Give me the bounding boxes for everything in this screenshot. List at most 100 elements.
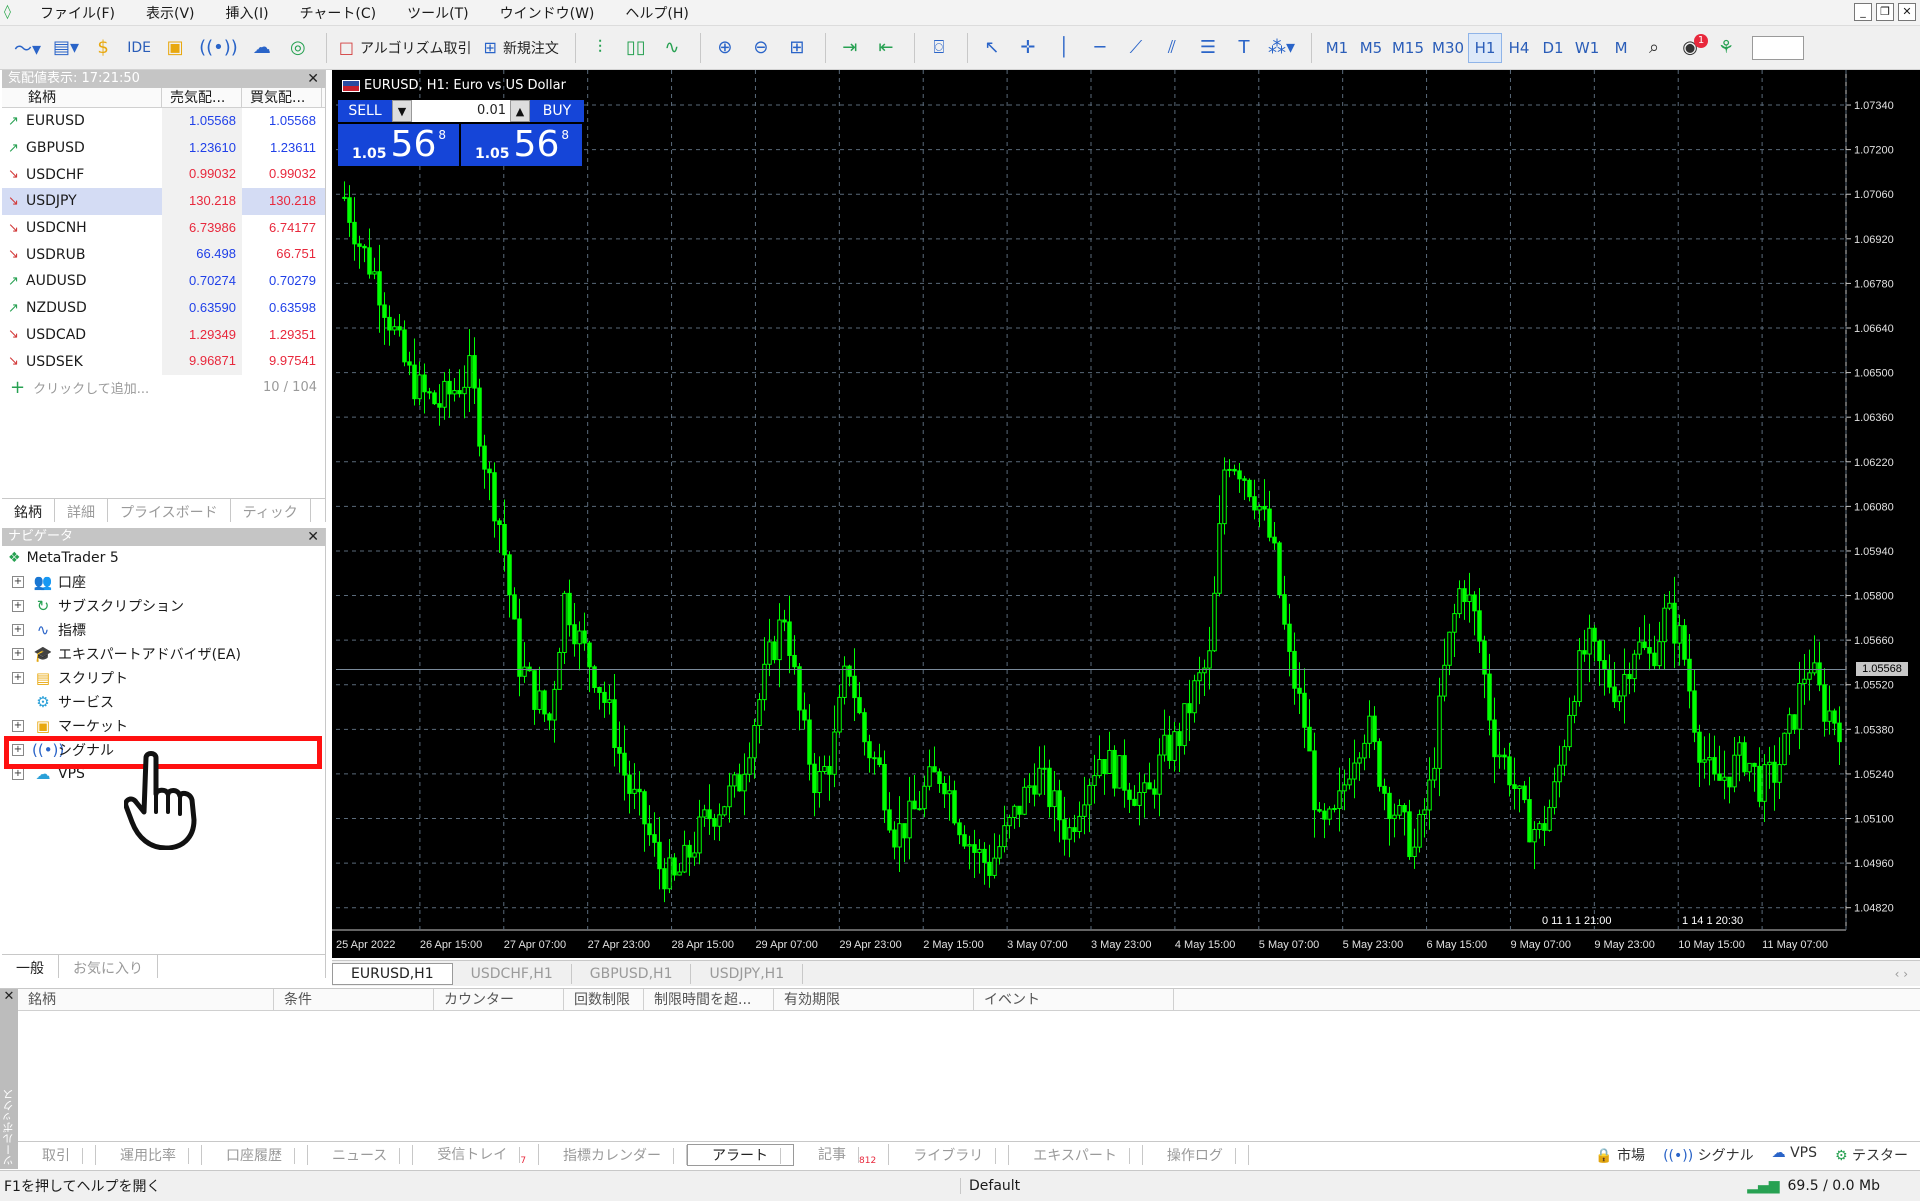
- col-ask[interactable]: 買気配...: [242, 88, 322, 107]
- market-watch-row[interactable]: ↘ USDCHF 0.99032 0.99032: [2, 161, 325, 189]
- navigator-item-services[interactable]: ⚙ サービス: [2, 690, 325, 714]
- chart-tab-3[interactable]: USDJPY,H1: [691, 963, 804, 984]
- shapes-icon[interactable]: ⁂▾: [1264, 32, 1299, 64]
- expand-icon[interactable]: [12, 696, 24, 708]
- chart-type-icon[interactable]: 〜▾: [10, 32, 45, 64]
- chart-shift-icon[interactable]: ⇤: [870, 32, 902, 64]
- toolbox-tab-7[interactable]: 記事 812: [794, 1143, 890, 1166]
- alerts-col-6[interactable]: イベント: [974, 989, 1174, 1010]
- market-watch-row[interactable]: ↗ GBPUSD 1.23610 1.23611: [2, 134, 325, 162]
- toolbox-tab-6[interactable]: アラート: [687, 1143, 795, 1166]
- alerts-col-5[interactable]: 有効期限: [774, 989, 974, 1010]
- alerts-col-0[interactable]: 銘柄: [18, 989, 274, 1010]
- line-chart-icon[interactable]: ∿: [656, 32, 688, 64]
- buy-button[interactable]: BUY: [530, 100, 584, 122]
- signals-icon[interactable]: ((•)): [195, 32, 242, 64]
- close-button[interactable]: ✕: [1898, 3, 1916, 21]
- expand-icon[interactable]: +: [12, 600, 24, 612]
- navigator-tab-0[interactable]: 一般: [2, 955, 59, 978]
- expand-icon[interactable]: +: [12, 576, 24, 588]
- navigator-item-indicators[interactable]: + ∿ 指標: [2, 618, 325, 642]
- equidistant-channel-icon[interactable]: ⫽: [1156, 32, 1188, 64]
- timeframe-m1[interactable]: M1: [1320, 33, 1354, 63]
- trendline-icon[interactable]: ⟋: [1120, 32, 1152, 64]
- metaeditor-icon[interactable]: ⚘: [1710, 32, 1742, 64]
- toolbar-search-input[interactable]: [1752, 35, 1805, 60]
- toolbox-tab-2[interactable]: 口座履歴: [202, 1144, 308, 1165]
- zoom-in-icon[interactable]: ⊕: [709, 32, 741, 64]
- timeframe-d1[interactable]: D1: [1536, 33, 1570, 63]
- bar-chart-icon[interactable]: ⫶: [584, 32, 616, 64]
- timeframe-h4[interactable]: H4: [1502, 33, 1536, 63]
- market-watch-row[interactable]: ↗ AUDUSD 0.70274 0.70279: [2, 268, 325, 295]
- alerts-col-2[interactable]: カウンター: [434, 989, 564, 1010]
- fibonacci-icon[interactable]: ☰: [1192, 32, 1224, 64]
- zoom-out-icon[interactable]: ⊖: [745, 32, 777, 64]
- candlestick-chart[interactable]: 1.07340 1.07200 1.07060 1.06920 1.06780 1.066…: [332, 70, 1920, 958]
- navigator-item-expert-advisor[interactable]: + 🎓 エキスパートアドバイザ(EA): [2, 642, 325, 666]
- toolbox-tab-10[interactable]: 操作ログ: [1143, 1144, 1249, 1165]
- expand-icon[interactable]: +: [12, 720, 24, 732]
- menu-item-1[interactable]: 表示(V): [132, 3, 212, 23]
- toolbox-tab-3[interactable]: ニュース: [308, 1144, 414, 1165]
- col-bid[interactable]: 売気配...: [162, 88, 242, 107]
- sell-price-button[interactable]: 1.05 56 8: [338, 124, 461, 166]
- crosshair-icon[interactable]: ✛: [1012, 32, 1044, 64]
- market-bag-icon[interactable]: ▣: [159, 32, 191, 64]
- alerts-col-4[interactable]: 制限時間を超...: [644, 989, 774, 1010]
- menu-item-3[interactable]: チャート(C): [286, 3, 394, 23]
- navigator-tab-1[interactable]: お気に入り: [59, 955, 158, 978]
- volume-up-icon[interactable]: ▲: [510, 100, 530, 122]
- text-tool-icon[interactable]: T: [1228, 32, 1260, 64]
- timeframe-m30[interactable]: M30: [1428, 33, 1468, 63]
- toolbox-tab-8[interactable]: ライブラリ: [889, 1144, 1010, 1165]
- timeframe-m15[interactable]: M15: [1388, 33, 1428, 63]
- horizontal-line-icon[interactable]: ─: [1084, 32, 1116, 64]
- menu-item-0[interactable]: ファイル(F): [26, 3, 132, 23]
- search-icon[interactable]: ⌕: [1638, 32, 1670, 64]
- navigator-item-accounts[interactable]: + 👥 口座: [2, 570, 325, 594]
- navigator-item-market[interactable]: + ▣ マーケット: [2, 714, 325, 738]
- candlestick-icon[interactable]: ▯▯: [620, 32, 652, 64]
- algo-trading-button[interactable]: □ アルゴリズム取引: [335, 32, 476, 64]
- new-order-button[interactable]: ⊞ 新規注文: [480, 32, 563, 64]
- volume-down-icon[interactable]: ▼: [392, 100, 412, 122]
- menu-item-5[interactable]: ウインドウ(W): [486, 3, 612, 23]
- market-watch-row[interactable]: ↘ USDCNH 6.73986 6.74177: [2, 214, 325, 242]
- menu-item-6[interactable]: ヘルプ(H): [611, 3, 705, 23]
- market-watch-row[interactable]: ↘ USDSEK 9.96871 9.97541: [2, 348, 325, 375]
- market-watch-row[interactable]: ↗ EURUSD 1.05568 1.05568: [2, 108, 325, 135]
- toolbox-tab-5[interactable]: 指標カレンダー: [539, 1144, 688, 1165]
- ide-button[interactable]: IDE: [123, 32, 155, 64]
- toolbox-tab-4[interactable]: 受信トレイ 7: [413, 1143, 540, 1166]
- close-icon[interactable]: ✕: [0, 989, 18, 1004]
- toolbox-tab-1[interactable]: 運用比率: [96, 1144, 202, 1165]
- timeframe-h1[interactable]: H1: [1468, 32, 1503, 63]
- market-watch-row[interactable]: ↗ NZDUSD 0.63590 0.63598: [2, 294, 325, 322]
- screenshot-icon[interactable]: ⌼: [923, 32, 955, 64]
- templates-icon[interactable]: ▤▾: [49, 32, 83, 64]
- community-icon[interactable]: ◎: [282, 32, 314, 64]
- menu-item-2[interactable]: 挿入(I): [212, 3, 286, 23]
- minimize-button[interactable]: _: [1854, 3, 1872, 21]
- market-watch-tab-1[interactable]: 詳細: [55, 499, 108, 522]
- expand-icon[interactable]: +: [12, 624, 24, 636]
- restore-button[interactable]: ❐: [1876, 3, 1894, 21]
- vertical-line-icon[interactable]: │: [1048, 32, 1080, 64]
- timeframe-m5[interactable]: M5: [1354, 33, 1388, 63]
- toolbox-tab-9[interactable]: エキスパート: [1009, 1144, 1143, 1165]
- toolbox-link-3[interactable]: ⚙ テスター: [1835, 1145, 1908, 1165]
- chart-tab-0[interactable]: EURUSD,H1: [332, 962, 453, 985]
- buy-price-button[interactable]: 1.05 56 8: [461, 124, 584, 166]
- cursor-icon[interactable]: ↖: [976, 32, 1008, 64]
- timeframe-w1[interactable]: W1: [1570, 33, 1604, 63]
- market-watch-tab-0[interactable]: 銘柄: [2, 499, 55, 522]
- profile-name[interactable]: Default: [960, 1178, 1380, 1194]
- add-symbol-row[interactable]: + クリックして追加... 10 / 104: [2, 375, 325, 401]
- market-watch-row[interactable]: ↘ USDCAD 1.29349 1.29351: [2, 321, 325, 349]
- tab-scroll-arrows-icon[interactable]: ‹ ›: [1877, 965, 1920, 983]
- symbols-icon[interactable]: $: [87, 32, 119, 64]
- market-watch-row[interactable]: ↘ USDJPY 130.218 130.218: [2, 188, 325, 215]
- alerts-col-1[interactable]: 条件: [274, 989, 434, 1010]
- toolbox-tab-0[interactable]: 取引: [18, 1144, 96, 1165]
